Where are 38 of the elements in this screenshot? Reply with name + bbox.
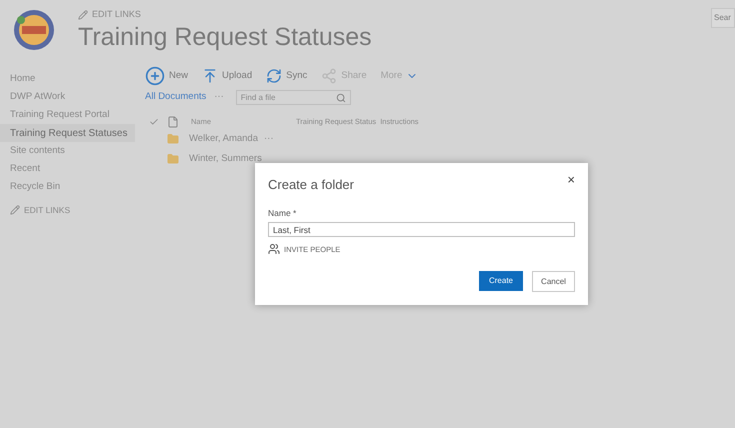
sidebar-item[interactable]: Site contents <box>0 142 135 160</box>
search-field[interactable]: Sear <box>711 8 735 28</box>
folder-icon <box>167 133 179 145</box>
pencil-icon <box>10 205 20 216</box>
toolbar-button[interactable]: Upload <box>202 68 252 84</box>
folder-icon <box>167 153 179 165</box>
file-icon <box>167 116 179 128</box>
sidebar-item[interactable]: Training Request Portal <box>0 106 135 124</box>
find-field[interactable]: Find a file <box>236 90 351 105</box>
sidebar-item[interactable]: Recycle Bin <box>0 178 135 196</box>
field-label: Name * <box>268 206 298 220</box>
plus-circle-icon <box>145 66 165 86</box>
view-link[interactable]: All Documents <box>145 90 206 105</box>
share-icon <box>321 68 338 84</box>
check-icon <box>149 117 159 127</box>
sync-icon <box>266 68 282 84</box>
toolbar-button[interactable]: New <box>145 66 188 86</box>
search-icon <box>336 92 346 102</box>
file-name[interactable]: Welker, Amanda <box>189 132 264 146</box>
more-options[interactable]: ··· <box>264 132 274 146</box>
page-title: Training Request Statuses <box>78 22 372 52</box>
cancel-button[interactable]: Cancel <box>532 271 575 292</box>
dialog-title: Create a folder <box>268 176 354 194</box>
more-options[interactable]: ··· <box>214 90 224 105</box>
sidebar-item[interactable]: Home <box>0 70 135 88</box>
name-field[interactable]: Last, First <box>268 222 575 238</box>
logo-icon <box>12 8 56 52</box>
people-icon <box>268 243 280 256</box>
edit-links-link[interactable]: EDIT LINKS <box>24 204 70 217</box>
sidebar-item[interactable]: DWP AtWork <box>0 88 135 106</box>
sidebar-item[interactable]: Recent <box>0 160 135 178</box>
file-name[interactable]: Winter, Summers <box>189 152 264 166</box>
sidebar-item[interactable]: Training Request Statuses <box>0 124 135 142</box>
pencil-icon <box>78 10 88 20</box>
close-button[interactable]: × <box>567 173 575 186</box>
create-button[interactable]: Create <box>479 271 523 292</box>
edit-links-link[interactable]: EDIT LINKS <box>92 8 141 22</box>
toolbar-button[interactable]: Sync <box>266 68 308 84</box>
